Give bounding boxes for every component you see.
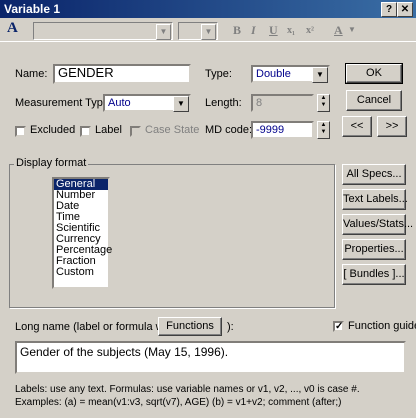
help-text-line-2: Examples: (a) = mean(v1:v3, sqrt(v7), AG…: [15, 397, 342, 408]
subscript-icon: x₁: [287, 25, 295, 36]
next-variable-button[interactable]: >>: [377, 116, 407, 137]
length-spinner[interactable]: ▲ ▼: [317, 94, 330, 112]
cancel-button[interactable]: Cancel: [346, 90, 402, 111]
long-name-label: Long name (label or formula with: [15, 321, 176, 333]
measurement-type-select[interactable]: Auto ▼: [103, 94, 191, 112]
list-item[interactable]: Custom: [54, 267, 108, 278]
help-button[interactable]: ?: [381, 2, 397, 17]
length-input: 8: [251, 94, 314, 112]
md-code-spinner[interactable]: ▲ ▼: [317, 121, 330, 139]
chevron-down-icon[interactable]: ▼: [173, 96, 189, 112]
long-name-label-suffix: ):: [227, 321, 234, 333]
title-bar: Variable 1 ? ✕: [0, 0, 416, 18]
function-guide-checkbox[interactable]: ✓: [333, 321, 344, 332]
previous-variable-button[interactable]: <<: [342, 116, 372, 137]
bold-icon: B: [233, 23, 242, 37]
font-color-icon: A: [334, 23, 343, 37]
all-specs-button[interactable]: All Specs...: [342, 164, 406, 185]
ok-button[interactable]: OK: [345, 63, 403, 84]
type-label: Type:: [205, 68, 232, 80]
chevron-down-icon[interactable]: ▼: [312, 67, 328, 83]
excluded-label: Excluded: [30, 124, 76, 136]
close-button[interactable]: ✕: [397, 2, 413, 17]
chevron-down-icon: ▼: [201, 24, 216, 40]
values-stats-button[interactable]: Values/Stats...: [342, 214, 413, 235]
label-label: Label: [95, 124, 122, 136]
functions-button[interactable]: Functions: [158, 317, 222, 336]
window-title: Variable 1: [4, 2, 61, 16]
display-format-title: Display format: [14, 157, 89, 169]
display-format-listbox[interactable]: General Number Date Time Scientific Curr…: [52, 177, 112, 289]
md-code-input[interactable]: -9999: [251, 121, 314, 139]
long-name-textarea[interactable]: Gender of the subjects (May 15, 1996).: [15, 341, 406, 374]
font-size-combo: ▼: [178, 22, 218, 40]
name-input[interactable]: GENDER: [53, 64, 191, 84]
help-text-line-1: Labels: use any text. Formulas: use vari…: [15, 384, 360, 395]
font-name-combo: ▼: [33, 22, 173, 40]
underline-icon: U: [269, 23, 278, 37]
case-state-checkbox: [130, 126, 141, 137]
chevron-down-icon: ▼: [156, 24, 171, 40]
type-select[interactable]: Double ▼: [251, 65, 330, 83]
chevron-down-icon: ▼: [348, 25, 356, 34]
font-icon[interactable]: A: [7, 20, 18, 37]
md-code-label: MD code:: [205, 124, 253, 136]
name-label: Name:: [15, 68, 48, 80]
bundles-button[interactable]: [ Bundles ]...: [342, 264, 406, 285]
properties-button[interactable]: Properties...: [342, 239, 406, 260]
italic-icon: I: [251, 23, 256, 37]
text-labels-button[interactable]: Text Labels...: [342, 189, 408, 210]
measurement-type-label: Measurement Type:: [15, 97, 113, 109]
type-value: Double: [256, 68, 291, 80]
superscript-icon: x²: [306, 25, 314, 36]
function-guide-label: Function guide: [348, 320, 416, 332]
case-state-label: Case State: [145, 124, 200, 136]
measurement-type-value: Auto: [108, 97, 131, 109]
label-checkbox[interactable]: [80, 126, 91, 137]
excluded-checkbox[interactable]: [15, 126, 26, 137]
length-label: Length:: [205, 97, 242, 109]
